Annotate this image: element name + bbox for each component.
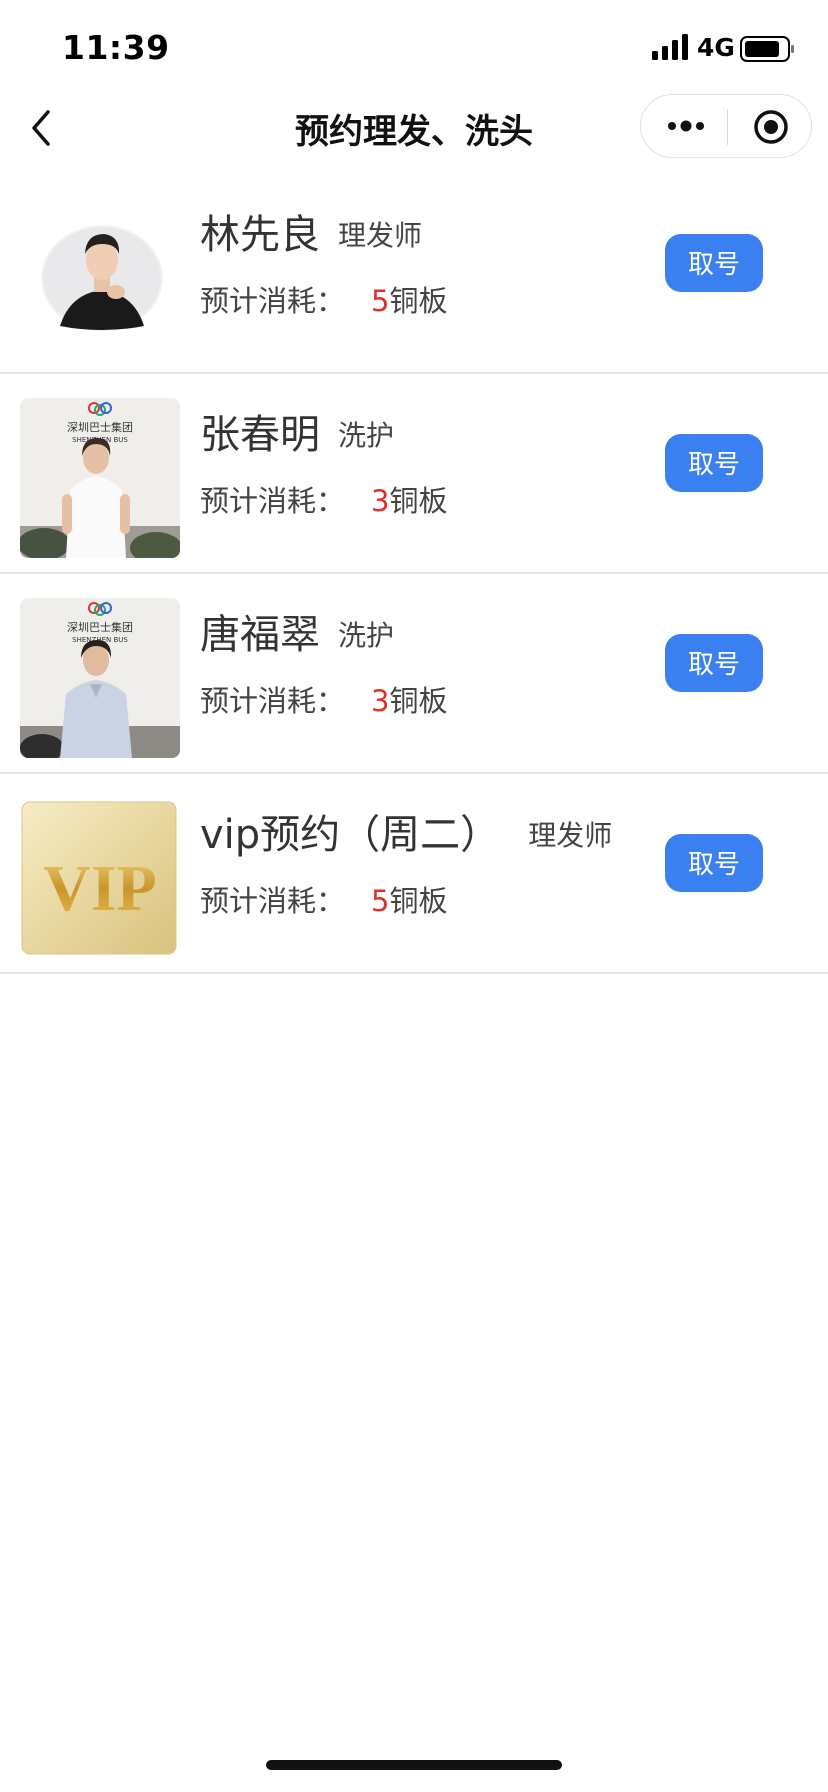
signal-bars-icon (652, 34, 688, 60)
cost-unit: 铜板 (389, 284, 448, 318)
staff-avatar: 深圳巴士集团 SHENZHEN BUS (20, 598, 180, 758)
battery-icon (740, 36, 794, 62)
staff-role: 理发师 (528, 819, 613, 852)
cost-line: 预计消耗： 3铜板 (200, 678, 447, 720)
staff-role: 洗护 (338, 419, 395, 452)
cost-prefix: 预计消耗： (200, 284, 346, 318)
cost-value: 5 (371, 884, 390, 918)
take-number-button[interactable]: 取号 (665, 834, 763, 892)
mini-program-capsule (640, 94, 812, 158)
name-line: 唐福翠 洗护 (200, 602, 394, 660)
name-line: vip预约（周二） 理发师 (200, 802, 612, 860)
cost-value: 5 (371, 284, 390, 318)
logo-text: 深圳巴士集团 (67, 620, 133, 634)
cost-value: 3 (371, 684, 390, 718)
staff-list: 林先良理发师 预计消耗：5铜板 取号 深圳巴士集团 SHENZHEN BUS (0, 174, 828, 974)
staff-avatar (20, 198, 180, 358)
staff-name: vip预约（周二） (200, 812, 501, 858)
staff-role: 洗护 (338, 619, 395, 652)
cost-prefix: 预计消耗： (200, 884, 346, 918)
name-line: 林先良 理发师 (200, 202, 422, 260)
cost-value: 3 (371, 484, 390, 518)
list-item[interactable]: 深圳巴士集团 SHENZHEN BUS 唐福翠 洗护 预计消耗： 3铜板 取号 (0, 574, 828, 774)
cost-prefix: 预计消耗： (200, 484, 346, 518)
name-line: 张春明 洗护 (200, 402, 394, 460)
target-circle-icon[interactable] (753, 109, 789, 145)
staff-role: 理发师 (338, 219, 423, 252)
cost-line: 预计消耗： 3铜板 (200, 478, 447, 520)
status-time: 11:39 (62, 28, 170, 67)
more-dots-icon[interactable] (667, 117, 705, 135)
home-indicator[interactable] (266, 1760, 562, 1770)
take-number-button[interactable]: 取号 (665, 234, 763, 292)
staff-name: 张春明 (200, 412, 320, 458)
cost-unit: 铜板 (389, 484, 448, 518)
staff-name: 林先良 (200, 212, 320, 258)
list-item[interactable]: 深圳巴士集团 SHENZHEN BUS 张春明洗护 预计消耗： 3铜板 (0, 374, 828, 574)
status-bar: 11:39 4G (0, 0, 828, 96)
cost-prefix: 预计消耗： (200, 684, 346, 718)
cost-unit: 铜板 (389, 884, 448, 918)
nav-bar: 预约理发、洗头 (0, 88, 828, 168)
staff-name: 唐福翠 (200, 612, 320, 658)
vip-badge-image: VIP (20, 798, 180, 958)
capsule-divider (727, 109, 728, 145)
take-number-button[interactable]: 取号 (665, 634, 763, 692)
network-type: 4G (697, 33, 735, 62)
cost-unit: 铜板 (389, 684, 448, 718)
list-item[interactable]: VIP vip预约（周二） 理发师 预计消耗： 5铜板 取号 (0, 774, 828, 974)
cost-line: 预计消耗： 5铜板 (200, 278, 447, 320)
vip-badge-text: VIP (43, 852, 157, 925)
list-item[interactable]: 林先良 理发师 预计消耗： 5铜板 取号 (0, 174, 828, 374)
screen: 11:39 4G 预约理发、洗头 林先良 理发师 预计消耗： 5铜板 取号 深圳… (0, 0, 828, 1792)
logo-text: 深圳巴士集团 (67, 420, 133, 434)
take-number-button[interactable]: 取号 (665, 434, 763, 492)
cost-line: 预计消耗： 5铜板 (200, 878, 447, 920)
staff-avatar: 深圳巴士集团 SHENZHEN BUS (20, 398, 180, 558)
